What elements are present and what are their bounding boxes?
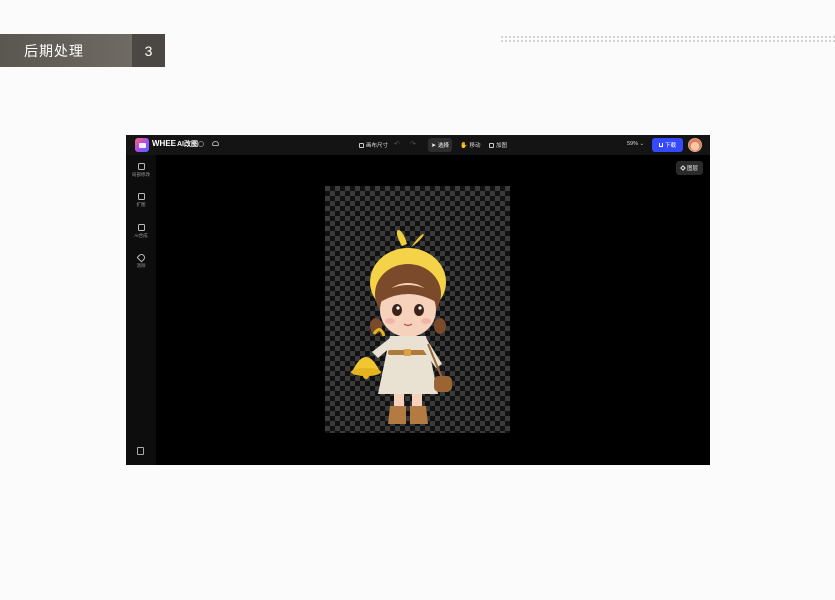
page-number: 3: [132, 34, 165, 67]
history-icon[interactable]: [137, 447, 144, 455]
layers-icon: [680, 165, 686, 171]
frame-icon: [359, 142, 364, 148]
sidebar-item-label: 局部修改: [132, 172, 150, 177]
slide-header: 后期处理 3: [0, 34, 165, 67]
add-image-button[interactable]: 加图: [486, 138, 510, 152]
product-name: AI改图: [177, 141, 198, 148]
download-label: 下载: [664, 143, 676, 149]
select-tool-button[interactable]: ➤ 选择: [428, 138, 453, 152]
sidebar-item-local-edit[interactable]: 局部修改: [126, 163, 156, 178]
expand-icon: [137, 193, 145, 200]
layers-label: 图层: [686, 166, 698, 172]
sidebar-item-eraser[interactable]: 消除: [126, 252, 156, 269]
chevron-down-icon: ⌄: [639, 141, 645, 147]
edit-icon: [137, 163, 145, 170]
app-screenshot: WHEE AI改图 画布尺寸 ↶ ↷ ➤ 选择 ✋ 移动 加图 59% ⌄ 下载: [126, 135, 710, 465]
cloud-icon[interactable]: [212, 141, 219, 146]
sidebar-item-expand[interactable]: 扩图: [126, 193, 156, 208]
avatar[interactable]: [688, 138, 702, 152]
add-image-label: 加图: [496, 143, 508, 149]
layers-button[interactable]: 图层: [676, 161, 703, 175]
slide-title: 后期处理: [0, 34, 132, 67]
top-toolbar: WHEE AI改图 画布尺寸 ↶ ↷ ➤ 选择 ✋ 移动 加图 59% ⌄ 下载: [126, 135, 710, 155]
hand-icon: ✋: [460, 142, 468, 149]
app-logo-icon[interactable]: [135, 138, 149, 152]
brand-name: WHEE: [152, 139, 176, 148]
compose-icon: [137, 224, 145, 231]
character-image: [351, 229, 452, 424]
sidebar-item-ai-compose[interactable]: AI合成: [126, 224, 156, 239]
zoom-value: 59%: [627, 141, 639, 147]
select-label: 选择: [438, 143, 450, 149]
move-label: 移动: [469, 143, 481, 149]
decorative-dots: [500, 35, 835, 43]
sidebar-item-label: AI合成: [134, 233, 148, 238]
info-icon[interactable]: [198, 141, 204, 147]
image-canvas[interactable]: [325, 186, 510, 433]
sidebar-item-label: 扩图: [136, 202, 146, 207]
canvas-size-button[interactable]: 画布尺寸: [356, 138, 391, 152]
eraser-icon: [136, 252, 146, 263]
image-icon: [489, 142, 494, 148]
undo-icon[interactable]: ↶: [394, 140, 400, 148]
sidebar-item-label: 消除: [136, 263, 146, 268]
move-tool-button[interactable]: ✋ 移动: [457, 138, 484, 152]
canvas-size-label: 画布尺寸: [366, 143, 389, 149]
download-icon: [658, 143, 663, 147]
download-button[interactable]: 下载: [652, 138, 683, 152]
left-sidebar: 局部修改 扩图 AI合成 消除: [126, 155, 156, 465]
zoom-dropdown[interactable]: 59% ⌄: [627, 141, 644, 147]
cursor-icon: ➤: [431, 142, 437, 149]
redo-icon[interactable]: ↷: [410, 140, 416, 148]
